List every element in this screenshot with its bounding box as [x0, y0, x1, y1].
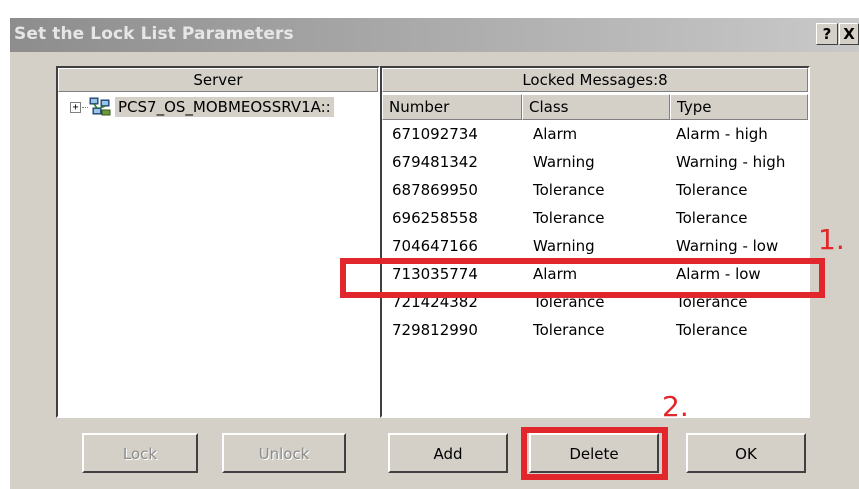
- message-class: Warning: [533, 237, 595, 255]
- server-panel: Server + PCS7_OS_MOBMEOSSRV1A::: [56, 66, 380, 418]
- message-row[interactable]: 704647166 Warning Warning - low: [382, 232, 808, 260]
- message-type: Tolerance: [676, 181, 748, 199]
- server-network-icon: [89, 97, 111, 117]
- message-class: Warning: [533, 153, 595, 171]
- message-number: 679481342: [392, 153, 478, 171]
- message-row[interactable]: 696258558 Tolerance Tolerance: [382, 204, 808, 232]
- message-class: Alarm: [533, 125, 578, 143]
- message-class: Tolerance: [533, 209, 605, 227]
- expand-icon[interactable]: +: [70, 101, 81, 113]
- message-number: 729812990: [392, 321, 478, 339]
- title-bar[interactable]: Set the Lock List Parameters ? X: [10, 18, 859, 52]
- message-row[interactable]: 687869950 Tolerance Tolerance: [382, 176, 808, 204]
- message-row[interactable]: 729812990 Tolerance Tolerance: [382, 316, 808, 344]
- message-class: Tolerance: [533, 321, 605, 339]
- message-number: 696258558: [392, 209, 478, 227]
- message-type: Warning - high: [676, 153, 786, 171]
- locked-messages-header[interactable]: Locked Messages:8: [382, 68, 808, 92]
- annotation-row-highlight: [340, 258, 825, 298]
- ok-button[interactable]: OK: [686, 433, 806, 473]
- message-type: Tolerance: [676, 321, 748, 339]
- lock-button[interactable]: Lock: [82, 433, 198, 473]
- annotation-step-1: 1.: [818, 223, 845, 256]
- server-column-header[interactable]: Server: [58, 68, 378, 92]
- tree-connector: [82, 106, 88, 108]
- locked-messages-list: 671092734 Alarm Alarm - high 679481342 W…: [382, 120, 808, 344]
- message-type: Warning - low: [676, 237, 779, 255]
- unlock-button[interactable]: Unlock: [222, 433, 346, 473]
- column-header-number[interactable]: Number: [382, 94, 522, 120]
- message-number: 687869950: [392, 181, 478, 199]
- server-tree-item[interactable]: + PCS7_OS_MOBMEOSSRV1A::: [70, 96, 334, 118]
- message-number: 704647166: [392, 237, 478, 255]
- message-number: 671092734: [392, 125, 478, 143]
- lock-list-dialog: Set the Lock List Parameters ? X Server …: [0, 0, 859, 489]
- window-title: Set the Lock List Parameters: [14, 24, 294, 44]
- server-name-label: PCS7_OS_MOBMEOSSRV1A::: [115, 97, 334, 117]
- annotation-button-highlight: [521, 427, 668, 480]
- message-row[interactable]: 679481342 Warning Warning - high: [382, 148, 808, 176]
- locked-messages-panel: Locked Messages:8 Number Class Type 6710…: [380, 66, 810, 418]
- message-type: Tolerance: [676, 209, 748, 227]
- column-header-type[interactable]: Type: [670, 94, 808, 120]
- annotation-step-2: 2.: [662, 390, 689, 423]
- message-type: Alarm - high: [676, 125, 768, 143]
- help-button[interactable]: ?: [816, 23, 838, 45]
- message-class: Tolerance: [533, 181, 605, 199]
- close-button[interactable]: X: [839, 23, 859, 45]
- add-button[interactable]: Add: [388, 433, 508, 473]
- column-header-class[interactable]: Class: [522, 94, 670, 120]
- message-row[interactable]: 671092734 Alarm Alarm - high: [382, 120, 808, 148]
